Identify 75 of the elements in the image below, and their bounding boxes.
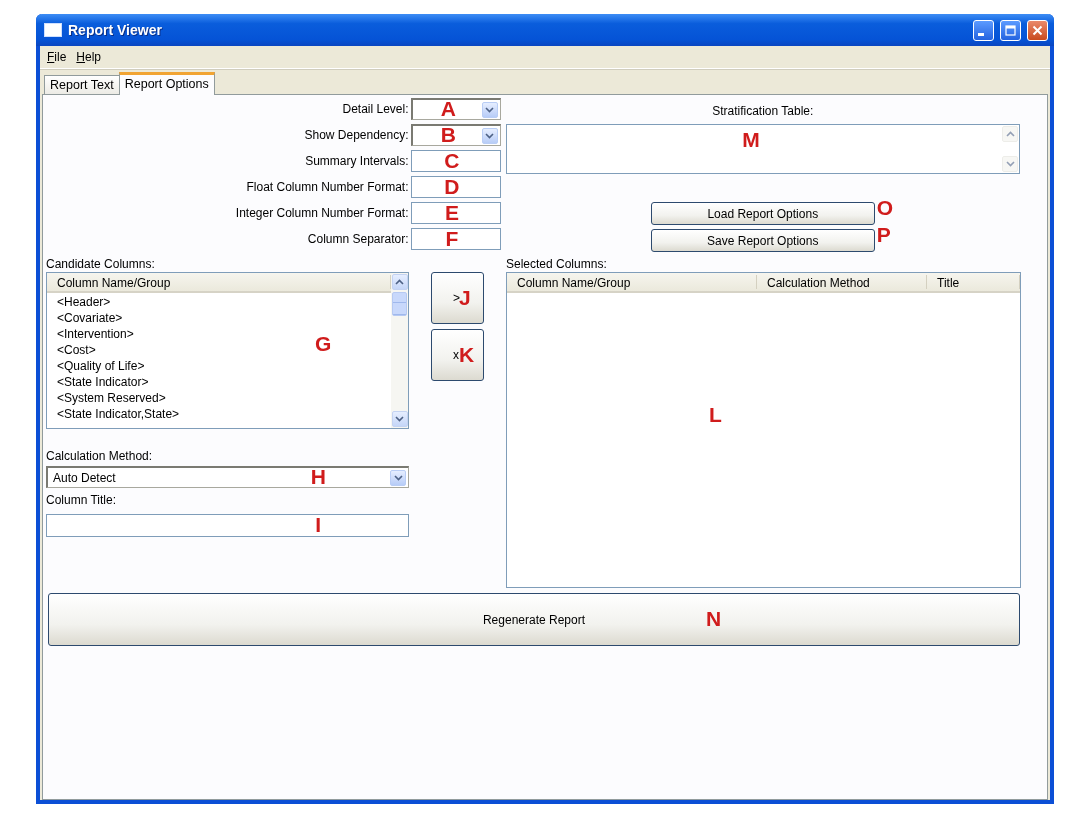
list-item[interactable]: <Covariate>	[57, 310, 123, 326]
scrollbar[interactable]	[391, 273, 408, 428]
chevron-down-icon	[485, 132, 495, 139]
list-item[interactable]: <Intervention>	[57, 326, 134, 342]
text-field[interactable]	[410, 202, 501, 224]
field-label: Show Dependency:	[303, 127, 409, 144]
annotation-label: H	[310, 466, 326, 488]
annotation-label: B	[440, 124, 456, 146]
dropdown-value: Auto Detect	[53, 470, 116, 485]
list-item[interactable]: <State Indicator>	[57, 374, 149, 390]
window-title: Report Viewer	[68, 22, 163, 38]
field-label: Column Separator:	[306, 231, 409, 248]
dropdown-field[interactable]	[410, 124, 501, 146]
field-label: Float Column Number Format:	[245, 179, 409, 196]
text-field[interactable]	[410, 176, 501, 198]
field-label: Detail Level:	[341, 101, 409, 118]
column-header[interactable]: Title	[927, 275, 1020, 289]
list-item[interactable]: <System Reserved>	[57, 390, 166, 406]
annotation-label: A	[440, 98, 456, 120]
chevron-down-icon	[393, 474, 403, 481]
close-button[interactable]	[1027, 19, 1048, 41]
annotation-label: M	[742, 129, 760, 151]
chevron-up-icon	[395, 279, 404, 285]
close-icon	[1032, 24, 1043, 36]
field-label: Candidate Columns:	[46, 257, 156, 271]
tab[interactable]: Report Text	[44, 75, 120, 94]
annotation-label: D	[444, 176, 460, 198]
dropdown-button[interactable]	[481, 127, 498, 144]
field-label: Column Title:	[46, 493, 118, 507]
dropdown-button[interactable]	[481, 101, 498, 118]
options-button[interactable]: Load Report Options	[650, 202, 875, 225]
annotation-label: N	[706, 608, 722, 630]
annotation-label: P	[876, 224, 891, 246]
maximize-button[interactable]	[1000, 19, 1021, 41]
text-field[interactable]	[410, 150, 501, 172]
annotation-label: K	[459, 344, 475, 366]
list-item[interactable]: <Header>	[57, 294, 111, 310]
menu-item[interactable]: File	[42, 48, 72, 66]
text-field[interactable]	[410, 228, 501, 250]
menu-item[interactable]: Help	[71, 48, 107, 66]
column-header[interactable]: Column Name/Group	[507, 275, 757, 289]
chevron-down-icon	[395, 416, 404, 422]
annotation-label: I	[315, 514, 322, 536]
scroll-up-button[interactable]	[391, 274, 408, 290]
annotation-label: F	[445, 228, 459, 250]
scroll-down-button[interactable]	[391, 411, 408, 427]
list-item[interactable]: <Quality of Life>	[57, 358, 145, 374]
tab[interactable]: Report Options	[118, 72, 215, 95]
field-label: Stratification Table:	[711, 103, 815, 119]
stratification-table-field[interactable]	[505, 124, 1020, 174]
minimize-icon	[978, 32, 984, 36]
list-item[interactable]: <Cost>	[57, 342, 96, 358]
chevron-down-icon	[1005, 161, 1015, 167]
chevron-down-icon	[485, 106, 495, 113]
window-icon	[44, 23, 62, 37]
chevron-up-icon	[1005, 131, 1015, 137]
field-label: Calculation Method:	[46, 449, 154, 463]
scrollbar-thumb[interactable]	[392, 292, 407, 316]
field-label: Summary Intervals:	[304, 153, 409, 170]
annotation-label: O	[876, 197, 894, 219]
dropdown-field[interactable]	[410, 98, 501, 120]
field-label: Integer Column Number Format:	[234, 205, 409, 222]
maximize-icon	[1005, 24, 1016, 36]
field-label: Selected Columns:	[506, 257, 608, 271]
minimize-button[interactable]	[973, 19, 994, 41]
options-button[interactable]: Save Report Options	[650, 229, 875, 252]
list-item[interactable]: <State Indicator,State>	[57, 406, 180, 422]
text-field[interactable]	[46, 514, 409, 537]
annotation-label: J	[459, 287, 471, 309]
annotation-label: G	[315, 333, 332, 355]
dropdown-button[interactable]	[390, 469, 406, 486]
column-header[interactable]: Calculation Method	[757, 275, 927, 289]
annotation-label: C	[444, 150, 460, 172]
annotation-label: L	[709, 404, 722, 426]
annotation-label: E	[444, 202, 459, 224]
